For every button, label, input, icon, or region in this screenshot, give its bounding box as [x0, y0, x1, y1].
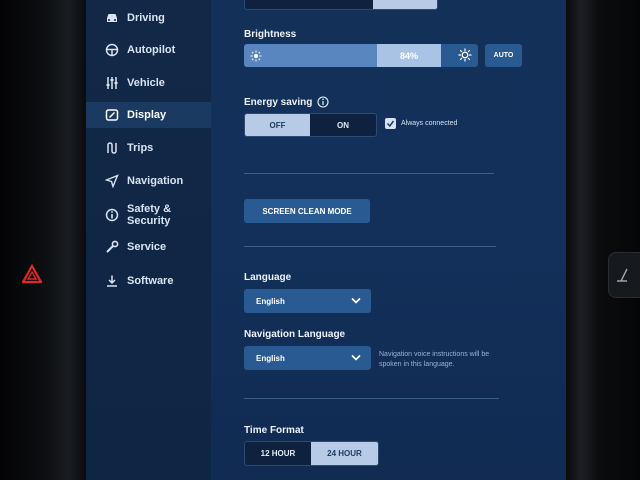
sidebar-item-service[interactable]: Service	[86, 237, 211, 257]
info-icon[interactable]	[317, 96, 329, 108]
wrench-icon	[105, 240, 119, 254]
brightness-value: 84%	[377, 44, 441, 67]
always-connected-label: Always connected	[401, 120, 458, 127]
sidebar-item-label: Service	[127, 241, 167, 253]
sidebar-item-autopilot[interactable]: Autopilot	[86, 40, 211, 60]
energy-saving-off-option[interactable]: OFF	[245, 114, 310, 136]
always-connected-checkbox[interactable]	[385, 118, 396, 129]
car-icon	[105, 11, 119, 25]
segment-option[interactable]	[245, 0, 309, 9]
sidebar-item-label: Software	[127, 275, 174, 287]
touchscreen: Driving Autopilot Vehicle Display Trips …	[86, 0, 566, 480]
chevron-down-icon	[351, 354, 361, 363]
divider	[244, 246, 496, 247]
display-settings-panel: Brightness 84% AUTO Energy saving OFF ON…	[211, 0, 566, 480]
energy-saving-on-option[interactable]: ON	[310, 114, 376, 136]
energy-saving-heading: Energy saving	[244, 96, 329, 108]
side-control-icon[interactable]	[608, 252, 640, 298]
time-format-12-hour-option[interactable]: 12 HOUR	[245, 442, 311, 465]
language-dropdown[interactable]: English	[244, 289, 371, 313]
energy-saving-label: Energy saving	[244, 96, 313, 108]
display-icon	[105, 108, 119, 122]
sidebar-item-software[interactable]: Software	[86, 271, 211, 291]
divider	[244, 398, 499, 399]
sidebar-item-vehicle[interactable]: Vehicle	[86, 73, 211, 93]
segment-option[interactable]	[373, 0, 437, 9]
language-value: English	[256, 296, 285, 306]
sidebar-item-driving[interactable]: Driving	[86, 8, 211, 28]
auto-brightness-button[interactable]: AUTO	[485, 44, 522, 67]
chevron-down-icon	[351, 297, 361, 306]
time-format-24-hour-option[interactable]: 24 HOUR	[311, 442, 378, 465]
download-icon	[105, 274, 119, 288]
sidebar-item-label: Safety &	[127, 203, 172, 215]
sidebar-item-label-group: Safety & Security	[127, 203, 171, 227]
navigation-language-dropdown[interactable]: English	[244, 346, 371, 370]
always-connected-checkbox-row[interactable]: Always connected	[385, 118, 457, 129]
time-format-label: Time Format	[244, 425, 304, 436]
settings-sidebar: Driving Autopilot Vehicle Display Trips …	[86, 0, 211, 480]
sidebar-item-display[interactable]: Display	[86, 102, 211, 128]
sidebar-item-safety-security[interactable]: Safety & Security	[86, 202, 211, 228]
note-line: Navigation voice instructions will be	[379, 351, 490, 358]
sidebar-item-label: Trips	[127, 142, 154, 154]
trips-icon	[105, 141, 119, 155]
sidebar-item-navigation[interactable]: Navigation	[86, 171, 211, 191]
sun-large-icon	[458, 48, 472, 67]
top-segmented-control[interactable]	[244, 0, 438, 10]
divider	[244, 173, 494, 174]
brightness-label: Brightness	[244, 29, 297, 40]
time-format-toggle[interactable]: 12 HOUR 24 HOUR	[244, 441, 379, 466]
sun-small-icon	[250, 49, 262, 67]
sidebar-item-label-line2: Security	[127, 215, 171, 227]
brightness-slider[interactable]: 84%	[244, 44, 478, 67]
sidebar-item-label: Navigation	[127, 175, 184, 187]
language-label: Language	[244, 272, 292, 283]
note-line: spoken in this language.	[379, 361, 455, 368]
hazard-icon[interactable]	[21, 263, 43, 284]
energy-saving-toggle[interactable]: OFF ON	[244, 113, 377, 137]
navigation-language-value: English	[256, 353, 285, 363]
segment-option[interactable]	[309, 0, 373, 9]
navigation-language-label: Navigation Language	[244, 329, 346, 340]
sidebar-item-trips[interactable]: Trips	[86, 138, 211, 158]
screen-clean-mode-button[interactable]: SCREEN CLEAN MODE	[244, 199, 370, 223]
right-bezel	[566, 0, 640, 480]
sidebar-item-label: Display	[127, 109, 167, 121]
sliders-icon	[105, 76, 119, 90]
left-bezel	[0, 0, 86, 480]
navigation-arrow-icon	[105, 174, 119, 188]
sidebar-item-label: Autopilot	[127, 44, 176, 56]
sidebar-item-label: Driving	[127, 12, 165, 24]
info-circle-icon	[105, 208, 119, 222]
navigation-language-note: Navigation voice instructions will be sp…	[379, 350, 489, 370]
steering-wheel-icon	[105, 43, 119, 57]
sidebar-item-label: Vehicle	[127, 77, 165, 89]
